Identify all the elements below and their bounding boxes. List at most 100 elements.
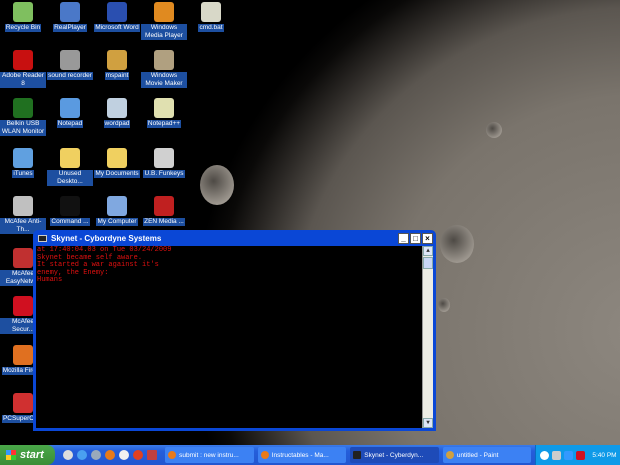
firefox-icon <box>13 345 33 365</box>
internet-explorer-icon[interactable] <box>77 450 88 460</box>
quick-launch <box>63 450 158 460</box>
desktop-icon[interactable]: Notepad++ <box>141 98 187 128</box>
app-icon[interactable] <box>119 450 130 460</box>
window-title: Skynet - Cybordyne Systems <box>51 233 162 243</box>
my-computer-icon <box>107 196 127 216</box>
maximize-button[interactable]: □ <box>410 232 421 244</box>
show-desktop-icon[interactable] <box>63 450 74 460</box>
desktop-icon[interactable]: Belkin USB WLAN Monitor <box>0 98 46 136</box>
task-label: Instructables - Ma... <box>271 451 329 459</box>
desktop-icon[interactable]: Adobe Reader 8 <box>0 50 46 88</box>
itunes-icon <box>13 148 33 168</box>
task-instructables[interactable]: Instructables - Ma... <box>257 447 347 463</box>
paint-icon <box>107 50 127 70</box>
batch-file-icon <box>201 2 221 22</box>
desktop-icon[interactable]: U.B. Funkeys <box>141 148 187 178</box>
media-player-icon <box>154 2 174 22</box>
scrollbar-thumb[interactable] <box>423 257 433 269</box>
desktop-icon-label: Adobe Reader 8 <box>0 72 46 88</box>
desktop-icon[interactable]: RealPlayer <box>47 2 93 32</box>
close-button[interactable]: × <box>422 232 433 244</box>
minimize-button[interactable]: _ <box>398 232 409 244</box>
scroll-down-arrow-icon[interactable]: ▼ <box>423 418 433 428</box>
desktop-icon-label: Windows Media Player <box>141 24 187 40</box>
media-icon[interactable] <box>91 450 102 460</box>
desktop-icon-label: RealPlayer <box>53 24 87 32</box>
funkeys-icon <box>154 148 174 168</box>
clock[interactable]: 5:40 PM <box>592 452 616 459</box>
firefox-icon <box>260 451 269 459</box>
movie-maker-icon <box>154 50 174 70</box>
desktop-icon-label: My Computer <box>96 218 138 226</box>
desktop-icon[interactable]: cmd.bat <box>188 2 234 32</box>
desktop-icon[interactable]: Recycle Bin <box>0 2 46 32</box>
task-label: submit : new instru... <box>179 451 239 459</box>
moon-crater <box>440 225 474 263</box>
desktop-icon-label: wordpad <box>103 120 131 128</box>
desktop-icon[interactable]: My Documents <box>94 148 140 178</box>
realplayer-icon <box>60 2 80 22</box>
desktop-icon-label: My Documents <box>94 170 140 178</box>
moon-crater <box>486 122 502 138</box>
desktop-icon-label: Command ... <box>50 218 90 226</box>
app-icon[interactable] <box>147 450 158 460</box>
mcafee-icon <box>13 196 33 216</box>
desktop-icon-label: Notepad++ <box>146 120 182 128</box>
desktop-icon-label: Notepad <box>56 120 84 128</box>
vertical-scrollbar[interactable]: ▲ ▼ <box>422 246 433 428</box>
desktop-icon[interactable]: McAfee Anti-Th... <box>0 196 46 234</box>
scroll-up-arrow-icon[interactable]: ▲ <box>423 246 433 256</box>
desktop-icon[interactable]: Command ... <box>47 196 93 226</box>
firefox-icon[interactable] <box>105 450 116 460</box>
mcafee-network-icon <box>13 248 33 268</box>
app-icon[interactable] <box>133 450 144 460</box>
desktop-icon[interactable]: Microsoft Word <box>94 2 140 32</box>
task-skynet[interactable]: Skynet - Cyberdyn... <box>350 447 439 463</box>
desktop-icon-label: mspaint <box>104 72 130 80</box>
firefox-icon <box>168 451 177 459</box>
desktop-icon-label: iTunes <box>12 170 34 178</box>
wlan-icon <box>13 98 33 118</box>
console-output[interactable]: at 17:40:04.03 on Tue 03/24/2009 Skynet … <box>36 246 433 428</box>
tray-icon[interactable] <box>564 450 574 460</box>
title-bar[interactable]: Skynet - Cybordyne Systems _ □ × <box>36 230 433 246</box>
wordpad-icon <box>107 98 127 118</box>
desktop-icon[interactable]: wordpad <box>94 98 140 128</box>
desktop-icon[interactable]: Notepad <box>47 98 93 128</box>
console-line: Humans <box>37 276 63 284</box>
desktop-icon[interactable]: mspaint <box>94 50 140 80</box>
desktop-icon[interactable]: My Computer <box>94 196 140 226</box>
start-button[interactable]: start <box>0 445 56 465</box>
paint-icon <box>445 451 454 459</box>
desktop-icon-label: Microsoft Word <box>94 24 140 32</box>
desktop-icon[interactable]: Windows Movie Maker <box>141 50 187 88</box>
tray-icon[interactable] <box>552 450 562 460</box>
console-line: enemy, the Enemy: <box>37 268 109 277</box>
mcafee-security-icon <box>13 296 33 316</box>
network-icon[interactable] <box>540 450 550 460</box>
start-label: start <box>20 449 44 461</box>
desktop-icon[interactable]: sound recorder <box>47 50 93 80</box>
system-tray: 5:40 PM <box>535 445 620 465</box>
notepad-plus-icon <box>154 98 174 118</box>
mcafee-icon[interactable] <box>576 450 586 460</box>
word-icon <box>107 2 127 22</box>
windows-flag-icon <box>6 450 16 460</box>
task-label: Skynet - Cyberdyn... <box>364 451 424 459</box>
desktop-icon[interactable]: ZEN Media ... <box>141 196 187 226</box>
desktop-icon[interactable]: Unused Deskto... <box>47 148 93 186</box>
moon-crater <box>438 298 450 312</box>
desktop-icon-label: Recycle Bin <box>4 24 42 32</box>
task-submit[interactable]: submit : new instru... <box>165 447 254 463</box>
desktop-icon[interactable]: Windows Media Player <box>141 2 187 40</box>
desktop-icon-label: ZEN Media ... <box>143 218 185 226</box>
desktop-icon-label: Unused Deskto... <box>47 170 93 186</box>
recycle-bin-icon <box>13 2 33 22</box>
folder-icon <box>60 148 80 168</box>
desktop-icon[interactable]: iTunes <box>0 148 46 178</box>
adobe-reader-icon <box>13 50 33 70</box>
task-paint[interactable]: untitled - Paint <box>442 447 532 463</box>
desktop-icon-label: U.B. Funkeys <box>143 170 185 178</box>
console-window[interactable]: Skynet - Cybordyne Systems _ □ × at 17:4… <box>33 230 436 431</box>
desktop-icon-label: Windows Movie Maker <box>141 72 187 88</box>
